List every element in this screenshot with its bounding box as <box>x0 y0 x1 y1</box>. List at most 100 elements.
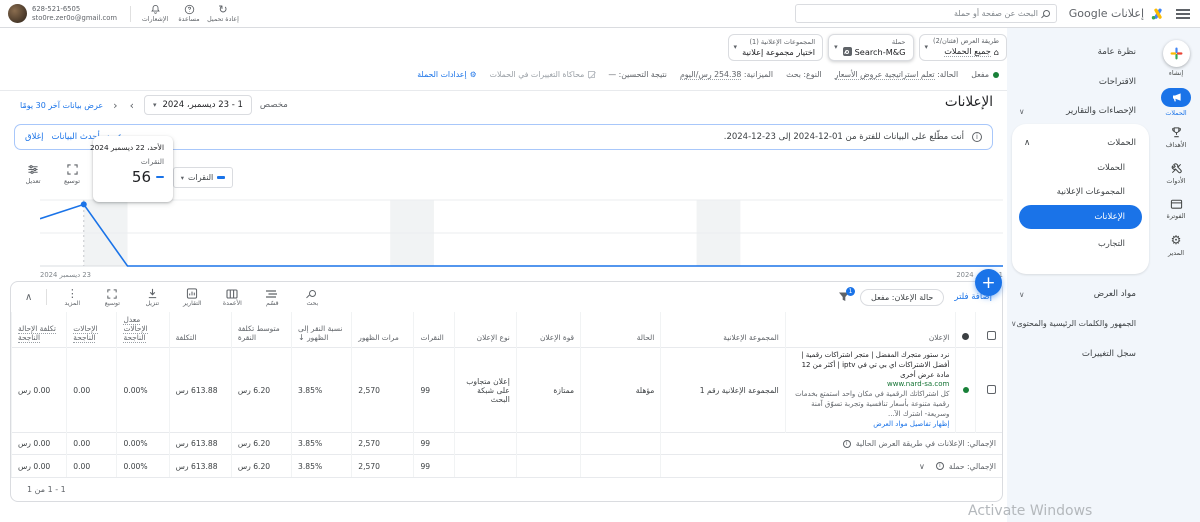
col-ctr[interactable]: نسبة النقر إلى الظهور ↓ <box>292 312 352 348</box>
columns-button[interactable]: الأعمدة <box>217 287 247 307</box>
sidebar-item-ads-active[interactable]: الإعلانات <box>1019 205 1142 229</box>
ad-details-link[interactable]: إظهار تفاصيل مواد العرض <box>792 420 950 430</box>
sidebar-item-ad-groups[interactable]: المجموعات الإعلانية <box>1012 179 1149 203</box>
sidebar-item-assets[interactable]: مواد العرض∨ <box>1007 286 1152 302</box>
refresh-icon: ↻ <box>206 2 240 15</box>
ad-preview-cell[interactable]: نرد ستور متجرك المفضل | متجر اشتراكات رق… <box>785 348 956 433</box>
date-controls: مخصص 1 - 23 ديسمبر، 2024 ▾ › ‹ عرض بيانا… <box>20 95 288 115</box>
col-conversions[interactable]: الإحالات الناجحة <box>67 312 117 348</box>
more-button[interactable]: ⋮ المزيد <box>57 287 87 307</box>
rail-billing-button[interactable]: الفوترة <box>1152 198 1200 220</box>
rail-create-button[interactable]: إنشاء <box>1152 40 1200 77</box>
clicks-chart-area[interactable] <box>40 198 1003 268</box>
banner-close-button[interactable]: إغلاق <box>25 132 43 142</box>
chevron-down-icon: ▾ <box>181 174 184 182</box>
col-ad[interactable]: الإعلان <box>785 312 956 348</box>
account-info[interactable]: 628-521-6505 sto0re.zer0o@gmail.com <box>32 5 117 23</box>
tooltip-swatch <box>156 176 164 178</box>
ad-status: مؤهلة <box>581 348 661 433</box>
view-selector[interactable]: طريقة العرض (فئتان/2) ⌂جميع الحملات ▾ <box>919 34 1008 61</box>
chart-expand-button[interactable]: توسيع <box>55 164 89 185</box>
sidebar-item-recommendations[interactable]: الاقتراحات <box>1007 74 1152 90</box>
col-cost-per-conv[interactable]: تكلفة الإحالة الناجحة <box>12 312 67 348</box>
segment-icon <box>266 287 278 300</box>
reload-button[interactable]: ↻ إعادة تحميل <box>206 2 240 23</box>
chevron-down-icon: ▾ <box>153 101 157 109</box>
sidebar-item-audiences[interactable]: الجمهور والكلمات الرئيسية والمحتوى∨ <box>1007 315 1152 331</box>
total-row-campaign: الإجمالي: حملةi∨ 99 2,570 3.85% 6.20 رس … <box>12 455 1003 477</box>
chevron-down-icon: ▾ <box>834 43 838 51</box>
rail-goals-button[interactable]: الأهداف <box>1152 126 1200 149</box>
wrench-icon <box>1170 162 1183 175</box>
ad-conversions: 0.00 <box>67 348 117 433</box>
collapse-table-button[interactable]: ∧ <box>21 292 36 303</box>
ad-status-filter-chip[interactable]: حالة الإعلان: مفعل <box>860 289 944 306</box>
table-expand-button[interactable]: توسيع <box>97 287 127 307</box>
campaigns-icon <box>1161 88 1191 107</box>
ad-impressions: 2,570 <box>352 348 414 433</box>
campaign-selector[interactable]: حملة Search-M&G ▾ <box>828 34 913 61</box>
ads-table-card: إضافة فلتر حالة الإعلان: مفعل 1 بحث <box>10 281 1003 502</box>
table-toolbar: إضافة فلتر حالة الإعلان: مفعل 1 بحث <box>11 282 1002 312</box>
col-ad-group[interactable]: المجموعة الإعلانية <box>661 312 785 348</box>
google-ads-app: إعلانات Google البحث عن صفحة أو حملة 628… <box>0 0 1200 522</box>
sidebar-group-campaigns[interactable]: الحملات∧ <box>1012 131 1149 155</box>
reports-button[interactable]: التقارير <box>177 287 207 307</box>
sidebar-item-campaigns[interactable]: الحملات <box>1012 155 1149 179</box>
chart-edit-button[interactable]: تعديل <box>16 164 50 185</box>
rail-admin-button[interactable]: ⚙ المدير <box>1152 234 1200 257</box>
ad-row: نرد ستور متجرك المفضل | متجر اشتراكات رق… <box>12 348 1003 433</box>
help-icon <box>172 2 206 15</box>
global-search-input[interactable]: البحث عن صفحة أو حملة <box>795 4 1057 23</box>
icon-rail: إنشاء الحملات الأهداف الأ <box>1152 28 1200 522</box>
sidebar-item-experiments[interactable]: التجارب <box>1012 231 1149 255</box>
trophy-icon <box>1170 126 1183 139</box>
expand-total-chevron[interactable]: ∨ <box>919 462 925 471</box>
col-status[interactable]: الحالة <box>581 312 661 348</box>
date-next-button[interactable]: › <box>128 99 136 112</box>
col-clicks[interactable]: النقرات <box>414 312 454 348</box>
bid-strategy-link[interactable]: تعلم استراتيجية عروض الأسعار <box>835 70 935 80</box>
notifications-button[interactable]: الإشعارات <box>138 2 172 23</box>
adgroup-selector[interactable]: المجموعات الإعلانية (1) اختيار مجموعة إع… <box>728 34 824 61</box>
ad-headline: نرد ستور متجرك المفضل | متجر اشتراكات رق… <box>792 351 950 380</box>
date-range-picker[interactable]: 1 - 23 ديسمبر، 2024 ▾ <box>144 95 252 115</box>
rail-campaigns-button[interactable]: الحملات <box>1152 88 1200 117</box>
add-ad-fab[interactable]: + <box>975 269 1002 296</box>
filter-funnel-button[interactable]: 1 <box>838 291 850 303</box>
date-prev-button[interactable]: ‹ <box>111 99 119 112</box>
show-last-30-link[interactable]: عرض بيانات آخر 30 يومًا <box>20 101 103 110</box>
simulate-icon <box>588 71 595 78</box>
activate-windows-watermark: Activate Windows <box>968 503 1092 519</box>
search-icon <box>1043 10 1050 17</box>
col-ad-type[interactable]: نوع الإعلان <box>454 312 516 348</box>
table-footer: 1 - 1 من 1 <box>11 477 1002 501</box>
columns-icon <box>226 287 238 300</box>
select-all-checkbox[interactable] <box>987 331 996 340</box>
budget-link[interactable]: 254.38 رس/اليوم <box>680 70 741 80</box>
credit-card-icon <box>1170 198 1183 210</box>
segment-button[interactable]: قسّم <box>257 287 287 307</box>
col-avg-cpc[interactable]: متوسط تكلفة النقرة <box>231 312 291 348</box>
menu-icon[interactable] <box>1176 9 1190 19</box>
col-conv-rate[interactable]: معدل الإحالات الناجحة <box>117 312 169 348</box>
campaign-status-row: مفعل الحالة: تعلم استراتيجية عروض الأسعا… <box>417 70 999 79</box>
expand-icon <box>107 287 117 300</box>
download-button[interactable]: تنزيل <box>137 287 167 307</box>
rail-tools-button[interactable]: الأدوات <box>1152 162 1200 185</box>
row-checkbox[interactable] <box>987 385 996 394</box>
sidebar-item-insights[interactable]: الإحصاءات والتقارير∨ <box>1007 103 1152 119</box>
sidebar-item-overview[interactable]: نظرة عامة <box>1007 44 1152 60</box>
campaign-settings-button[interactable]: ⚙إعدادات الحملة <box>417 70 476 79</box>
chart-metric-selector[interactable]: النقرات ▾ <box>173 167 233 188</box>
help-button[interactable]: مساعدة <box>172 2 206 23</box>
avatar[interactable] <box>8 4 27 23</box>
col-strength[interactable]: قوة الإعلان <box>516 312 580 348</box>
sidebar-item-change-history[interactable]: سجل التغييرات <box>1007 346 1152 362</box>
ad-group-link[interactable]: المجموعة الإعلانية رقم 1 <box>661 348 785 433</box>
ad-description: كل اشتراكاتك الرقمية في مكان واحد استمتع… <box>792 390 950 419</box>
col-cost[interactable]: التكلفة <box>169 312 231 348</box>
ad-cost: 613.88 رس <box>169 348 231 433</box>
table-search-button[interactable]: بحث <box>297 287 327 307</box>
col-impressions[interactable]: مرات الظهور <box>352 312 414 348</box>
